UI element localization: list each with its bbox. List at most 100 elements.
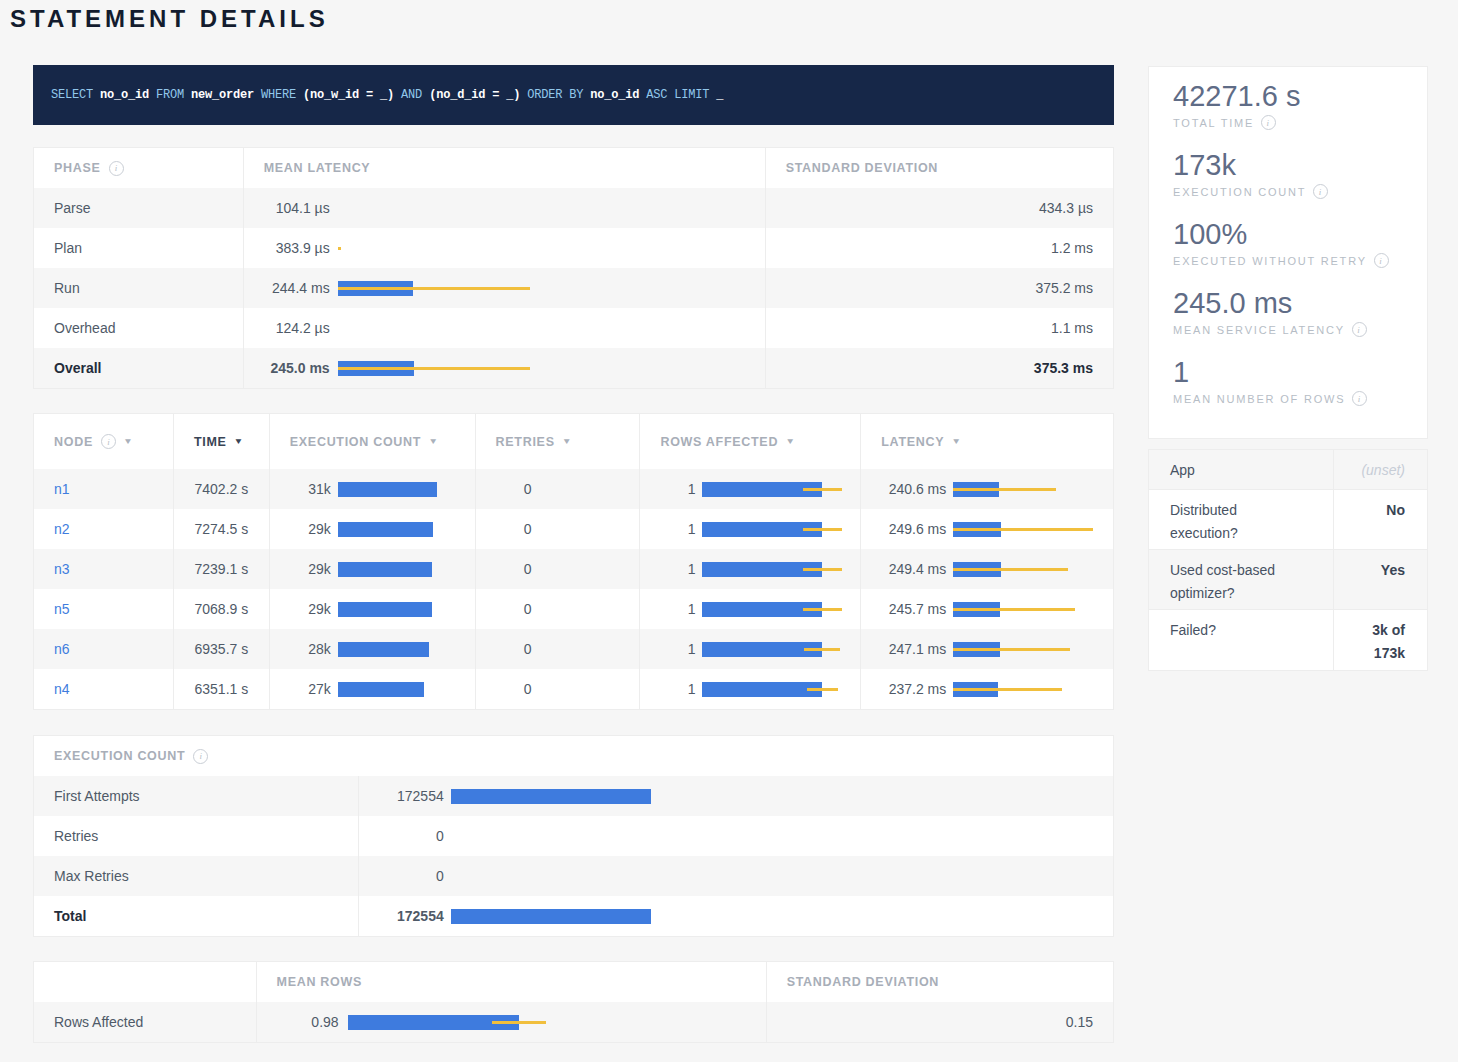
summary-stat: 100%EXECUTED WITHOUT RETRYi [1173, 218, 1427, 268]
node-row: n27274.5 s29k01249.6 ms [34, 509, 1113, 549]
column-header-label: NODE [54, 435, 93, 449]
info-icon[interactable]: i [1313, 184, 1328, 199]
details-value: No [1386, 499, 1405, 540]
stddev-line [953, 568, 1068, 571]
column-header-time[interactable]: TIME ▼ [174, 414, 270, 469]
cell-value: 172554 [359, 908, 444, 924]
cell-value: 244.4 ms [244, 280, 330, 296]
cell-value: 1 [640, 641, 695, 657]
stddev-line [804, 648, 840, 651]
stddev-line [803, 608, 841, 611]
exec-table-header: EXECUTION COUNTi [34, 736, 1113, 776]
stddev-line [953, 528, 1093, 531]
info-icon[interactable]: i [109, 161, 124, 176]
cell-value: 1 [640, 681, 695, 697]
sql-identifier: (no_d_id = _) [422, 88, 520, 102]
cell-value: 247.1 ms [861, 641, 946, 657]
stddev-line [338, 247, 341, 250]
info-icon[interactable]: i [1352, 322, 1367, 337]
column-header-execution-count[interactable]: EXECUTION COUNT▼ [270, 414, 476, 469]
phase-table-header: PHASEiMEAN LATENCYSTANDARD DEVIATION [34, 148, 1113, 188]
phase-row: Run244.4 ms375.2 ms [34, 268, 1113, 308]
bar-chart [702, 682, 860, 697]
stat-label: MEAN SERVICE LATENCYi [1173, 322, 1427, 337]
cell-value: 31k [270, 481, 331, 497]
node-link[interactable]: n5 [54, 601, 70, 617]
sql-identifier: (no_w_id = _) [296, 88, 394, 102]
column-header-latency[interactable]: LATENCY ▼ [861, 414, 1113, 469]
phase-row: Overhead124.2 µs1.1 ms [34, 308, 1113, 348]
summary-stat: 42271.6 sTOTAL TIMEi [1173, 80, 1427, 130]
bar-chart [953, 522, 1113, 537]
mean-bar [338, 522, 433, 537]
retries-value: 0 [476, 641, 532, 657]
node-link[interactable]: n6 [54, 641, 70, 657]
sort-arrow-icon[interactable]: ▼ [785, 437, 795, 446]
time-value: 7239.1 s [194, 561, 248, 577]
retries-value: 0 [476, 561, 532, 577]
stddev-line [953, 648, 1070, 651]
mean-bar [338, 482, 437, 497]
sort-arrow-icon[interactable]: ▼ [562, 437, 572, 446]
details-value: Yes [1381, 559, 1405, 600]
column-header-label: RETRIES [496, 435, 555, 449]
retries-value: 0 [476, 681, 532, 697]
details-label: Failed? [1149, 610, 1334, 670]
exec-row: Max Retries0 [34, 856, 1113, 896]
column-header-retries[interactable]: RETRIES ▼ [476, 414, 641, 469]
stddev-line [803, 488, 841, 491]
node-link[interactable]: n3 [54, 561, 70, 577]
bar-chart [338, 682, 475, 697]
bar-chart [338, 281, 765, 296]
cell-value: 104.1 µs [244, 200, 330, 216]
column-header-node[interactable]: NODE i ▼ [34, 414, 174, 469]
details-label: Distributed execution? [1149, 490, 1334, 549]
bar-chart [338, 602, 475, 617]
info-icon[interactable]: i [1261, 115, 1276, 130]
cell-value: 1 [640, 481, 695, 497]
sort-arrow-icon[interactable]: ▼ [234, 437, 244, 446]
sql-identifier: no_o_id [93, 88, 149, 102]
info-icon[interactable]: i [101, 434, 116, 449]
rows-std-dev-value: 0.15 [1066, 1014, 1093, 1030]
summary-stat: 1MEAN NUMBER OF ROWSi [1173, 356, 1427, 406]
exec-row-label: Retries [54, 828, 98, 844]
details-value: (unset) [1361, 459, 1405, 480]
stddev-line [803, 528, 841, 531]
page-title: STATEMENT DETAILS [10, 5, 329, 33]
bar-chart [702, 642, 860, 657]
node-row: n66935.7 s28k01247.1 ms [34, 629, 1113, 669]
sort-arrow-icon[interactable]: ▼ [123, 437, 133, 446]
std-dev-value: 375.2 ms [1035, 280, 1093, 296]
bar-chart [953, 562, 1113, 577]
stat-value: 245.0 ms [1173, 287, 1427, 319]
sort-arrow-icon[interactable]: ▼ [428, 437, 438, 446]
stddev-line [807, 688, 838, 691]
node-row: n57068.9 s29k01245.7 ms [34, 589, 1113, 629]
column-header-label: LATENCY [881, 435, 944, 449]
node-link[interactable]: n2 [54, 521, 70, 537]
sql-identifier: new_order [184, 88, 254, 102]
node-row: n37239.1 s29k01249.4 ms [34, 549, 1113, 589]
stddev-line [803, 568, 841, 571]
column-header-label: TIME [194, 435, 227, 449]
node-stats-table: NODEi▼TIME▼EXECUTION COUNT▼RETRIES▼ROWS … [33, 413, 1114, 710]
stddev-line [953, 688, 1062, 691]
bar-chart [338, 482, 475, 497]
rows-affected-row: Rows Affected0.980.15 [34, 1002, 1113, 1042]
bar-chart [702, 602, 860, 617]
info-icon[interactable]: i [1352, 391, 1367, 406]
info-icon[interactable]: i [1374, 253, 1389, 268]
node-row: n46351.1 s27k01237.2 ms [34, 669, 1113, 709]
phase-name: Overhead [54, 320, 115, 336]
bar-chart [348, 1015, 766, 1030]
node-link[interactable]: n1 [54, 481, 70, 497]
std-dev-column-header: STANDARD DEVIATION [786, 161, 938, 175]
stat-label: EXECUTION COUNTi [1173, 184, 1427, 199]
column-header-rows-affected[interactable]: ROWS AFFECTED▼ [640, 414, 861, 469]
cell-value: 29k [270, 601, 331, 617]
details-label: App [1149, 450, 1334, 489]
sort-arrow-icon[interactable]: ▼ [951, 437, 961, 446]
info-icon[interactable]: i [193, 749, 208, 764]
node-link[interactable]: n4 [54, 681, 70, 697]
